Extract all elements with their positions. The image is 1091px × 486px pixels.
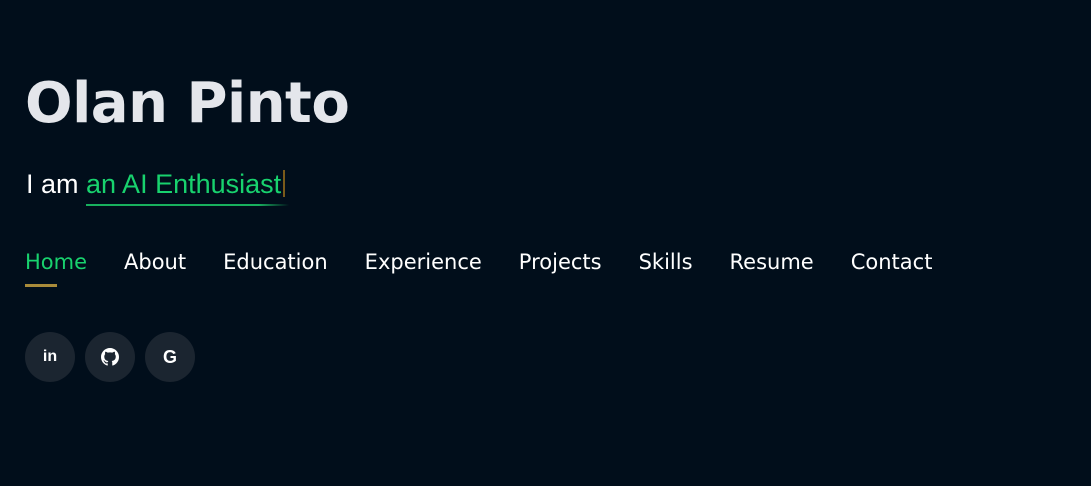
linkedin-icon: in [42, 348, 58, 365]
nav-item-contact[interactable]: Contact [851, 250, 933, 285]
social-links: in G [25, 332, 195, 382]
typed-text: an AI Enthusiast [86, 169, 290, 207]
google-button[interactable]: G [145, 332, 195, 382]
nav-item-experience[interactable]: Experience [365, 250, 482, 285]
tagline: I am an AI Enthusiast [26, 168, 290, 207]
google-icon: G [162, 346, 177, 367]
nav-item-education[interactable]: Education [223, 250, 328, 285]
typing-cursor [283, 170, 286, 197]
nav-item-home[interactable]: Home [25, 250, 87, 288]
github-icon [101, 348, 119, 366]
nav-item-projects[interactable]: Projects [519, 250, 602, 285]
hero-section: Olan Pinto I am an AI Enthusiast Home Ab… [0, 0, 1091, 486]
tagline-prefix: I am [26, 169, 87, 199]
main-nav: Home About Education Experience Projects… [25, 250, 969, 288]
nav-item-skills[interactable]: Skills [639, 250, 693, 285]
linkedin-button[interactable]: in [25, 332, 75, 382]
github-button[interactable] [85, 332, 135, 382]
nav-item-resume[interactable]: Resume [730, 250, 814, 285]
page-title: Olan Pinto [25, 71, 350, 136]
nav-item-about[interactable]: About [124, 250, 186, 285]
